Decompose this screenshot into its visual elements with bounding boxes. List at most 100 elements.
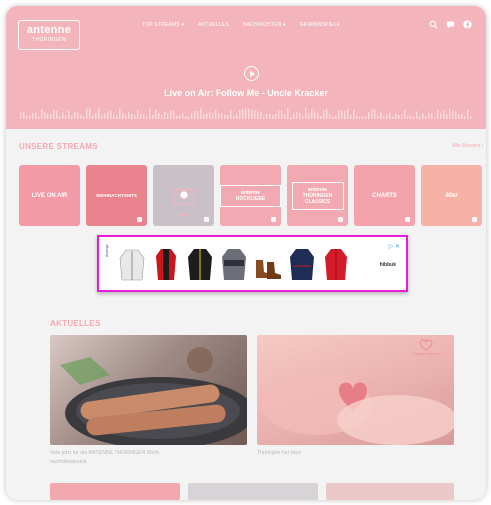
waveform-bar xyxy=(359,116,361,119)
stream-tile-rockliebe[interactable]: antenne ROCKLIEBE xyxy=(220,165,281,226)
section-heading-streams: UNSERE STREAMS xyxy=(19,142,98,151)
waveform-bar xyxy=(122,112,124,119)
waveform-bar xyxy=(137,110,139,119)
waveform-bar xyxy=(194,110,196,119)
waveform-bar xyxy=(407,115,409,119)
audio-waveform xyxy=(20,108,472,119)
waveform-bar xyxy=(341,110,343,119)
nav-item-top-streams[interactable]: TOP STREAMS ▾ xyxy=(142,22,184,28)
waveform-bar xyxy=(467,109,469,119)
waveform-bar xyxy=(395,113,397,119)
waveform-bar xyxy=(107,112,109,119)
waveform-bar xyxy=(410,115,412,119)
search-icon[interactable] xyxy=(429,20,438,29)
ad-jacket-black-icon xyxy=(188,249,212,280)
waveform-bar xyxy=(20,112,22,119)
waveform-bar xyxy=(464,116,466,119)
news-card-image-4[interactable] xyxy=(188,483,318,500)
waveform-bar xyxy=(68,110,70,119)
waveform-bar xyxy=(284,114,286,119)
waveform-bar xyxy=(74,111,76,119)
waveform-bar xyxy=(185,116,187,119)
waveform-bar xyxy=(167,113,169,119)
waveform-bar xyxy=(92,115,94,119)
waveform-bar xyxy=(236,114,238,119)
ad-banner[interactable]: Anzeige ▷ ✕ hibbuk xyxy=(97,235,408,292)
waveform-bar xyxy=(230,110,232,119)
waveform-bar xyxy=(164,111,166,119)
waveform-bar xyxy=(416,111,418,119)
news-card-image-bratwurst[interactable] xyxy=(50,335,247,445)
waveform-bar xyxy=(398,114,400,119)
waveform-bar xyxy=(443,110,445,119)
nav-item-nachrichten[interactable]: NACHRICHTEN ▾ xyxy=(243,22,286,28)
news-card-image-herz[interactable]: Thüringen hat Herz xyxy=(257,335,454,445)
waveform-bar xyxy=(293,113,295,119)
stream-tile-weihnachtshits[interactable]: WEIHNACHTSHITS xyxy=(86,165,147,226)
waveform-bar xyxy=(38,116,40,119)
waveform-bar xyxy=(98,108,100,119)
waveform-bar xyxy=(389,112,391,119)
waveform-bar xyxy=(470,116,472,119)
adchoices-icon[interactable]: ▷ ✕ xyxy=(389,243,400,250)
waveform-bar xyxy=(383,116,385,119)
waveform-bar xyxy=(23,111,25,119)
play-button[interactable] xyxy=(244,66,259,81)
waveform-bar xyxy=(353,109,355,119)
waveform-bar xyxy=(302,116,304,119)
waveform-bar xyxy=(281,110,283,119)
waveform-bar xyxy=(191,113,193,119)
news-card-image-5[interactable] xyxy=(326,483,454,500)
stream-tile-classics[interactable]: antenne THÜRINGEN CLASSICS xyxy=(287,165,348,226)
waveform-bar xyxy=(86,108,88,119)
antenne-thueringen-logo[interactable]: antenne THÜRINGEN xyxy=(18,20,80,50)
stream-tile-80er[interactable]: 80er xyxy=(421,165,482,226)
waveform-bar xyxy=(227,114,229,119)
waveform-bar xyxy=(314,111,316,119)
waveform-bar xyxy=(65,114,67,119)
facebook-icon[interactable] xyxy=(463,20,472,29)
waveform-bar xyxy=(218,112,220,119)
waveform-bar xyxy=(404,109,406,119)
waveform-bar xyxy=(272,115,274,119)
nav-item-gewinnspiele[interactable]: GEWINNSPIELE xyxy=(300,22,340,28)
waveform-bar xyxy=(215,109,217,119)
stream-tile-live-on-air[interactable]: LIVE ON AIR xyxy=(19,165,80,226)
waveform-bar xyxy=(323,109,325,119)
nav-item-aktuelles[interactable]: AKTUELLES xyxy=(198,22,229,28)
news-card-caption-bratwurst[interactable]: Vote jetzt für die ANTENNE THÜRINGEN Wei… xyxy=(50,449,250,467)
all-streams-link[interactable]: Alle Streams › xyxy=(452,143,483,149)
waveform-bar xyxy=(335,115,337,119)
stream-tile-party[interactable]: PARTY xyxy=(153,165,214,226)
waveform-bar xyxy=(179,114,181,119)
waveform-bar xyxy=(377,115,379,119)
waveform-bar xyxy=(305,108,307,119)
waveform-bar xyxy=(275,113,277,119)
heart-icon xyxy=(419,339,433,351)
waveform-bar xyxy=(344,111,346,119)
waveform-bar xyxy=(173,111,175,119)
waveform-bar xyxy=(95,113,97,119)
stream-tile-corner-icon xyxy=(137,217,142,222)
nav-icons xyxy=(429,20,472,29)
stream-tile-charts[interactable]: CHARTS xyxy=(354,165,415,226)
news-card-caption-herz[interactable]: Thüringen hat Herz xyxy=(257,449,454,458)
waveform-bar xyxy=(365,116,367,119)
waveform-bar xyxy=(290,116,292,119)
waveform-bar xyxy=(80,115,82,119)
stream-tile-corner-icon xyxy=(472,217,477,222)
waveform-bar xyxy=(182,112,184,119)
waveform-bar xyxy=(287,108,289,119)
waveform-bar xyxy=(200,108,202,119)
news-card-image-3[interactable] xyxy=(50,483,180,500)
waveform-bar xyxy=(380,112,382,119)
waveform-bar xyxy=(437,110,439,119)
waveform-bar xyxy=(203,114,205,119)
waveform-bar xyxy=(83,116,85,119)
waveform-bar xyxy=(170,110,172,119)
waveform-bar xyxy=(56,111,58,119)
waveform-bar xyxy=(368,112,370,119)
waveform-bar xyxy=(251,109,253,119)
waveform-bar xyxy=(212,113,214,119)
message-icon[interactable] xyxy=(446,20,455,29)
